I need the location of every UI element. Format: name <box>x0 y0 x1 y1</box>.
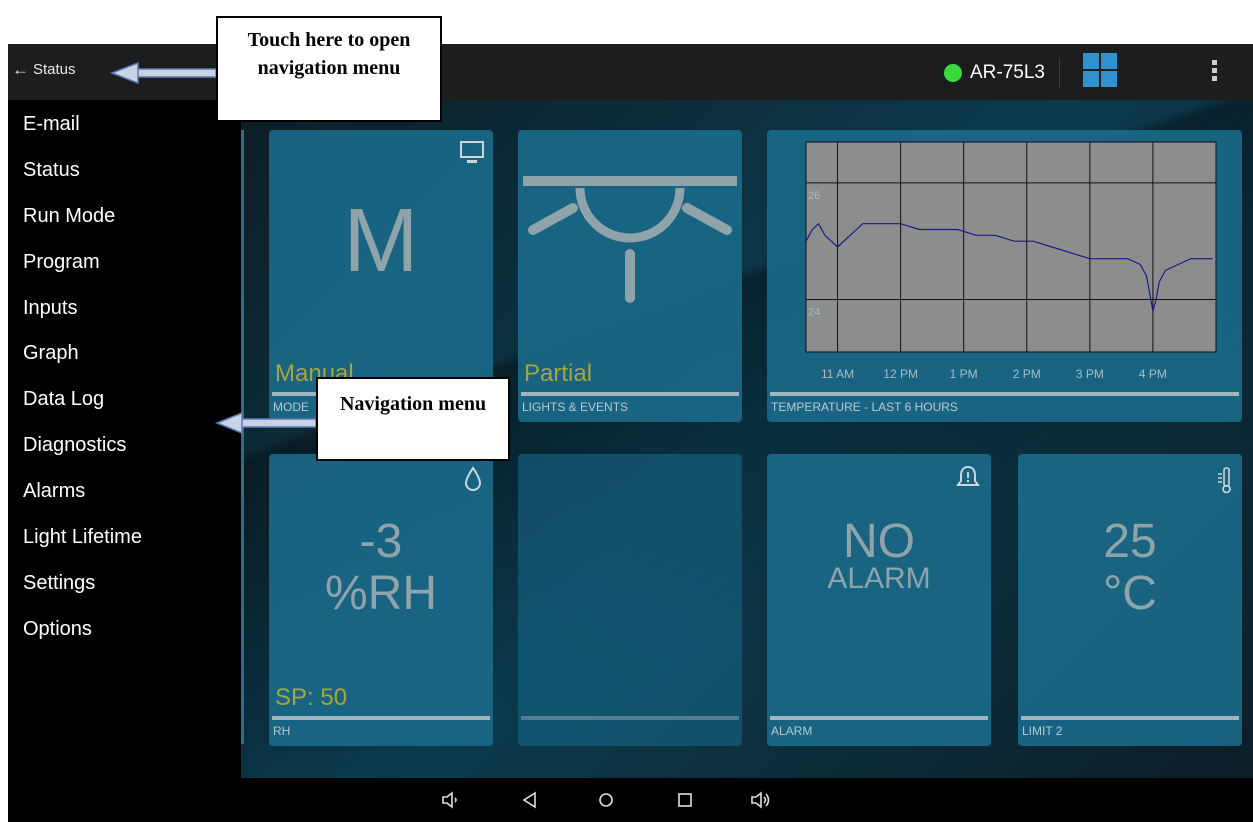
top-callout-arrow <box>109 61 217 85</box>
callout-arrows <box>109 61 317 435</box>
middle-callout-box: Navigation menu <box>316 377 510 461</box>
top-callout-box: Touch here to open navigation menu <box>216 16 442 122</box>
middle-callout-arrow <box>214 411 317 435</box>
